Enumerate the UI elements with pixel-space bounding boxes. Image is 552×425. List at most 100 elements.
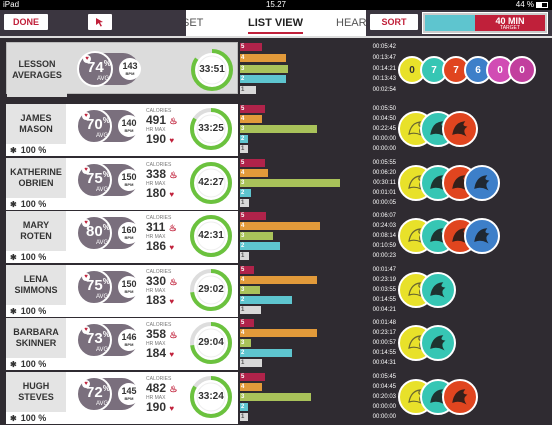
member-medals [398, 108, 548, 152]
zone-number: 5 [241, 266, 245, 273]
flame-icon: ♨ [169, 116, 178, 126]
battery-indicator: 44 % [516, 0, 548, 10]
member-row[interactable]: HUGH STEVES ✱ 100 % ♥ 72% AVG 145 BPM CALO… [6, 371, 546, 424]
bluetooth-battery: ✱ 100 % [10, 305, 47, 316]
zone-bar: 4 [240, 382, 262, 391]
zone-bar: 2 [240, 75, 286, 84]
pointer-button[interactable] [88, 14, 112, 30]
calories-value: 491 [146, 113, 167, 127]
zone-bars: 5 4 3 2 1 [240, 265, 390, 317]
zone-number: 5 [241, 373, 245, 380]
zone-bar: 1 [240, 145, 248, 153]
zone-bar: 3 [240, 392, 311, 401]
session-time: 42:31 [198, 230, 224, 241]
calories-value: 358 [146, 327, 167, 341]
zone-time: 00:06:07 [372, 213, 396, 219]
zone-number: 2 [241, 136, 245, 142]
zone-number: 4 [241, 330, 245, 336]
zone-time: 00:00:00 [372, 146, 396, 152]
member-row[interactable]: JAMES MASON ✱ 100 % ♥ 70% AVG 140 BPM CALO… [6, 104, 546, 156]
heart-rate-circle: 143 BPM [119, 58, 141, 80]
hr-max-value: 190 [146, 399, 167, 414]
done-button[interactable]: DONE [4, 14, 48, 30]
zone-number: 5 [241, 320, 245, 326]
sort-button[interactable]: SORT [370, 14, 418, 30]
hr-max-value: 186 [146, 239, 167, 253]
view-tabs: SET LIST VIEW HEART [186, 10, 366, 36]
session-time: 33:51 [199, 64, 225, 75]
bluetooth-icon: ✱ [10, 199, 17, 209]
tab-heart[interactable]: HEART [336, 10, 366, 36]
zone-time: 00:10:59 [372, 243, 396, 249]
member-row[interactable]: LENA SIMMONS ✱ 100 % ♥ 75% AVG 150 BPM CAL… [6, 264, 546, 317]
last-name: OBRIEN [18, 177, 54, 188]
zone-time: 00:00:23 [372, 253, 396, 259]
zone-number: 1 [241, 306, 245, 313]
effort-badge: ♥ 70% AVG 140 BPM [76, 108, 140, 144]
zone-time: 00:30:11 [373, 179, 396, 186]
zone-number: 1 [241, 360, 245, 366]
session-time: 29:04 [198, 337, 224, 348]
zone-bar: 2 [240, 188, 251, 197]
flame-icon: ♨ [168, 223, 177, 233]
zone-number: 1 [241, 253, 245, 259]
effort-badge: ♥ 80% AVG 160 BPM [76, 215, 140, 251]
zone-number: 3 [241, 65, 245, 72]
zone-time: 00:05:55 [372, 159, 396, 166]
calories-value: 311 [146, 220, 166, 234]
heart-rate-circle: 150 BPM [118, 168, 140, 191]
zone-number: 1 [241, 87, 245, 94]
first-name: LENA [23, 273, 49, 284]
zone-time: 00:01:01 [372, 189, 396, 196]
calories-value: 330 [146, 273, 167, 288]
member-row[interactable]: BARBARA SKINNER ✱ 100 % ♥ 73% AVG 146 BPM … [6, 318, 546, 370]
zone-number: 2 [241, 403, 245, 410]
zone-bar: 4 [240, 168, 268, 177]
bluetooth-battery: ✱ 100 % [10, 198, 47, 209]
first-name: BARBARA [13, 327, 59, 337]
zone-bars: 5 4 3 2 1 [240, 42, 390, 95]
member-stats: CALORIES 311 ♨ HR MAX 186 ♥ [146, 215, 177, 253]
zone-bar: 1 [240, 252, 249, 260]
zone-bar: 4 [240, 115, 262, 123]
calories-value: 338 [146, 166, 167, 181]
heart-rate-circle: 150 BPM [118, 275, 140, 298]
zone-bar: 3 [240, 232, 273, 240]
zone-time: 00:06:20 [372, 169, 396, 176]
heart-icon: ♥ [169, 136, 175, 145]
zone-bar: 4 [240, 222, 320, 230]
zone-time: 00:02:54 [372, 87, 396, 94]
zone-time: 00:23:19 [372, 276, 396, 283]
tab-list-view[interactable]: LIST VIEW [248, 10, 303, 36]
zone-number: 3 [241, 393, 245, 400]
clock: 15.27 [265, 0, 287, 9]
zone-number: 4 [241, 223, 245, 229]
member-stats: CALORIES 491 ♨ HR MAX 190 ♥ [146, 108, 178, 146]
member-row[interactable]: MARY ROTEN ✱ 100 % ♥ 80% AVG 160 BPM CALOR… [6, 211, 546, 263]
zone-time: 00:14:55 [372, 296, 396, 303]
last-name: SIMMONS [14, 284, 58, 295]
tab-set[interactable]: SET [186, 10, 203, 36]
zone-bar: 5 [240, 43, 262, 51]
effort-badge: ♥ 75% AVG 150 BPM [76, 161, 140, 198]
zone-number: 3 [241, 340, 245, 346]
first-name: KATHERINE [10, 166, 62, 177]
member-name: JAMES MASON [6, 104, 66, 144]
heart-rate-circle: 160 BPM [118, 222, 140, 244]
first-name: HUGH [22, 380, 50, 391]
zone-number: 4 [241, 169, 245, 176]
zone-bar: 3 [240, 285, 260, 294]
member-medals [398, 162, 548, 206]
last-name: STEVES [18, 391, 54, 402]
zone-bar: 5 [240, 212, 266, 220]
zone-bar: 5 [240, 319, 254, 327]
zone-time: 00:01:47 [372, 266, 396, 273]
zone-time: 00:14:21 [372, 65, 396, 72]
member-medals [398, 215, 548, 259]
flame-icon: ♨ [169, 383, 178, 394]
medal-counts: 077600 [398, 48, 548, 92]
member-row[interactable]: KATHERINE OBRIEN ✱ 100 % ♥ 75% AVG 150 BPM… [6, 157, 548, 210]
member-stats: CALORIES 338 ♨ HR MAX 180 ♥ [146, 161, 178, 200]
zone-bars: 5 4 3 2 1 [240, 158, 390, 210]
last-name: ROTEN [20, 231, 52, 241]
